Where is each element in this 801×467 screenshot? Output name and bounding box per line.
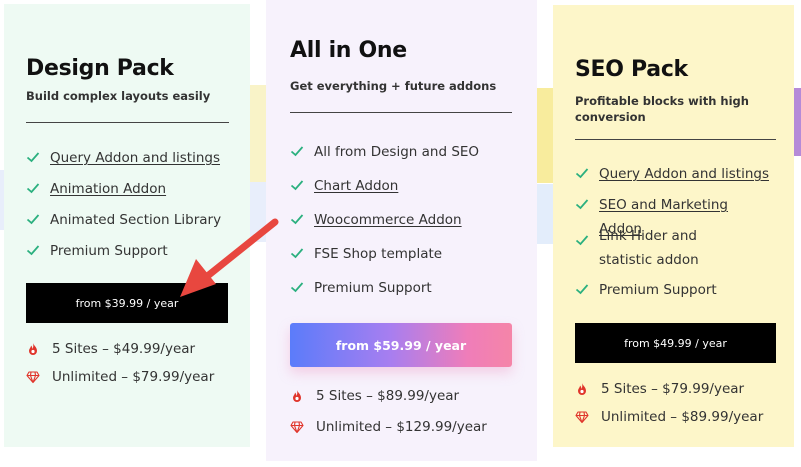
- tier-5-sites: 5 Sites – $89.99/year: [290, 388, 459, 404]
- tier-5-sites: 5 Sites – $79.99/year: [575, 381, 744, 397]
- check-icon: [26, 214, 40, 225]
- feature-item: All from Design and SEO: [290, 140, 530, 174]
- feature-text: Premium Support: [50, 243, 168, 259]
- check-icon: [575, 199, 589, 210]
- feature-list: Query Addon and listings Animation Addon…: [26, 146, 246, 270]
- feature-item: Animated Section Library: [26, 208, 246, 239]
- check-icon: [290, 214, 304, 225]
- feature-item: FSE Shop template: [290, 242, 530, 276]
- card-subtitle: Get everything + future addons: [290, 79, 497, 93]
- diamond-icon: [290, 421, 304, 434]
- feature-item: Premium Support: [290, 276, 530, 310]
- tier-text: Unlimited – $129.99/year: [316, 419, 487, 435]
- tier-5-sites: 5 Sites – $49.99/year: [26, 341, 195, 357]
- check-icon: [290, 146, 304, 157]
- feature-text: Premium Support: [599, 282, 717, 298]
- tier-text: 5 Sites – $79.99/year: [601, 381, 745, 397]
- feature-text: Premium Support: [314, 280, 432, 296]
- tier-text: 5 Sites – $89.99/year: [316, 388, 460, 404]
- feature-text: All from Design and SEO: [314, 144, 480, 160]
- tier-unlimited: Unlimited – $89.99/year: [575, 409, 763, 425]
- card-title: All in One: [290, 38, 407, 63]
- feature-link-query-addon[interactable]: Query Addon and listings: [50, 150, 220, 166]
- card-divider: [290, 112, 512, 113]
- design-pack-card: Design Pack Build complex layouts easily…: [4, 4, 250, 447]
- fire-icon: [29, 343, 37, 355]
- feature-link-animation-addon[interactable]: Animation Addon: [50, 181, 166, 197]
- feature-item: Premium Support: [575, 278, 775, 309]
- check-icon: [575, 235, 589, 246]
- feature-link-query-addon[interactable]: Query Addon and listings: [599, 166, 769, 182]
- feature-item: Link Hider and statistic addon: [575, 224, 775, 278]
- all-in-one-price-button[interactable]: from $59.99 / year: [290, 323, 512, 367]
- feature-text: Animated Section Library: [50, 212, 222, 228]
- feature-item[interactable]: Query Addon and listings: [575, 162, 775, 193]
- check-icon: [575, 168, 589, 179]
- check-icon: [26, 152, 40, 163]
- feature-item[interactable]: Woocommerce Addon: [290, 208, 530, 242]
- tier-unlimited: Unlimited – $79.99/year: [26, 369, 214, 385]
- check-icon: [290, 248, 304, 259]
- tier-unlimited: Unlimited – $129.99/year: [290, 419, 487, 435]
- card-subtitle: Build complex layouts easily: [26, 89, 211, 103]
- feature-item[interactable]: Animation Addon: [26, 177, 246, 208]
- design-pack-price-button[interactable]: from $39.99 / year: [26, 283, 228, 323]
- feature-item[interactable]: SEO and Marketing Addon: [575, 193, 775, 237]
- feature-link-chart-addon[interactable]: Chart Addon: [314, 178, 398, 194]
- feature-list: All from Design and SEO Chart Addon Wooc…: [290, 140, 530, 310]
- feature-list: Query Addon and listings SEO and Marketi…: [575, 162, 775, 309]
- diamond-icon: [575, 411, 589, 424]
- check-icon: [26, 245, 40, 256]
- bg-decor-purple-right: [794, 88, 801, 156]
- card-subtitle: Profitable blocks with high conversion: [575, 94, 749, 124]
- check-icon: [290, 282, 304, 293]
- card-title: SEO Pack: [575, 57, 688, 82]
- tier-text: 5 Sites – $49.99/year: [52, 341, 196, 357]
- feature-link-woocommerce-addon[interactable]: Woocommerce Addon: [314, 212, 462, 228]
- feature-item[interactable]: Query Addon and listings: [26, 146, 246, 177]
- feature-item[interactable]: Chart Addon: [290, 174, 530, 208]
- card-title: Design Pack: [26, 56, 174, 81]
- check-icon: [26, 183, 40, 194]
- feature-text: Link Hider and statistic addon: [599, 228, 699, 268]
- fire-icon: [293, 390, 301, 402]
- diamond-icon: [26, 371, 40, 384]
- card-divider: [575, 139, 776, 140]
- feature-text: FSE Shop template: [314, 246, 443, 262]
- fire-icon: [578, 383, 586, 395]
- tier-text: Unlimited – $79.99/year: [52, 369, 215, 385]
- tier-text: Unlimited – $89.99/year: [601, 409, 764, 425]
- seo-pack-price-button[interactable]: from $49.99 / year: [575, 323, 776, 363]
- check-icon: [290, 180, 304, 191]
- card-divider: [26, 122, 229, 123]
- feature-item: Premium Support: [26, 239, 246, 270]
- seo-pack-card: SEO Pack Profitable blocks with high con…: [553, 5, 794, 447]
- check-icon: [575, 284, 589, 295]
- all-in-one-card: All in One Get everything + future addon…: [266, 0, 537, 461]
